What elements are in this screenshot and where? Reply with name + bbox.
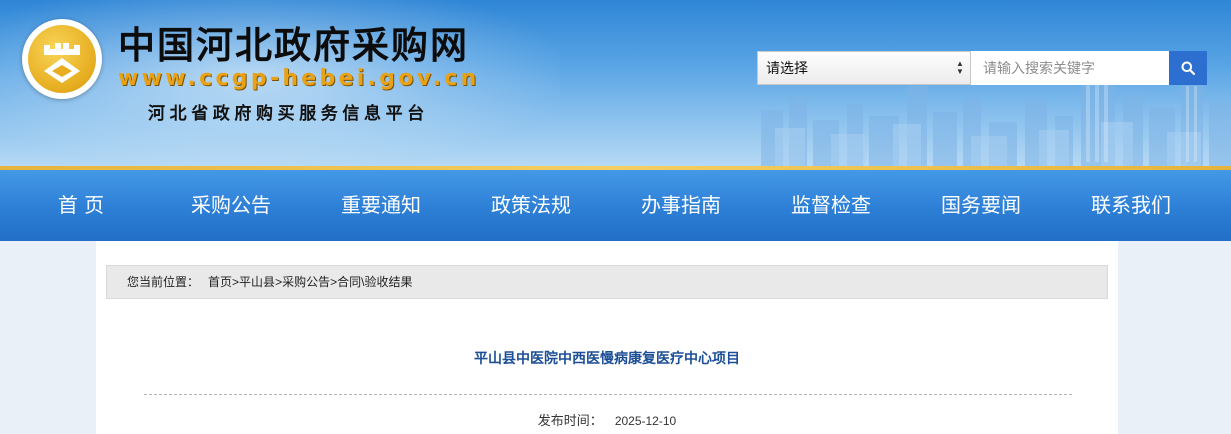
search-category-select[interactable]: 请选择 ▲ ▼ xyxy=(757,51,971,85)
breadcrumb-current[interactable]: 合同\验收结果 xyxy=(337,275,412,289)
select-value: 请选择 xyxy=(766,60,808,76)
site-title: 中国河北政府采购网 xyxy=(118,24,469,67)
breadcrumb-category[interactable]: 采购公告 xyxy=(282,275,330,289)
nav-item-contact[interactable]: 联系我们 xyxy=(1056,170,1206,241)
breadcrumb: 您当前位置： 首页>平山县>采购公告>合同\验收结果 xyxy=(106,265,1108,299)
title-divider xyxy=(144,394,1072,395)
nav-item-state-news[interactable]: 国务要闻 xyxy=(906,170,1056,241)
site-logo[interactable] xyxy=(22,19,102,99)
select-arrows-icon: ▲ ▼ xyxy=(956,59,964,76)
nav-item-supervision[interactable]: 监督检查 xyxy=(756,170,906,241)
publish-date: 2025-12-10 xyxy=(614,414,677,428)
site-url: www.ccgp-hebei.gov.cn xyxy=(118,66,480,91)
main-nav: 首 页 采购公告 重要通知 政策法规 办事指南 监督检查 国务要闻 联系我们 xyxy=(0,170,1231,241)
nav-item-procurement-notices[interactable]: 采购公告 xyxy=(156,170,306,241)
breadcrumb-region[interactable]: 平山县 xyxy=(239,275,275,289)
nav-item-policies[interactable]: 政策法规 xyxy=(456,170,606,241)
search-icon xyxy=(1181,61,1195,75)
site-header: 中国河北政府采购网 www.ccgp-hebei.gov.cn 河北省政府购买服… xyxy=(0,0,1231,166)
breadcrumb-separator: > xyxy=(232,275,240,289)
search-bar: 请选择 ▲ ▼ xyxy=(757,51,1207,85)
breadcrumb-home[interactable]: 首页 xyxy=(208,275,232,289)
site-subtitle: 河北省政府购买服务信息平台 xyxy=(148,104,429,124)
search-input[interactable] xyxy=(971,51,1169,85)
article-title: 平山县中医院中西医慢病康复医疗中心项目 xyxy=(474,350,740,366)
content-panel: 您当前位置： 首页>平山县>采购公告>合同\验收结果 平山县中医院中西医慢病康复医… xyxy=(96,241,1118,434)
breadcrumb-label: 您当前位置： xyxy=(127,275,200,289)
publish-info: 发布时间： 2025-12-10 xyxy=(96,412,1118,430)
nav-item-guides[interactable]: 办事指南 xyxy=(606,170,756,241)
nav-item-home[interactable]: 首 页 xyxy=(6,170,156,241)
nav-item-important-notices[interactable]: 重要通知 xyxy=(306,170,456,241)
procurement-emblem-icon xyxy=(44,43,80,83)
search-button[interactable] xyxy=(1169,51,1207,85)
publish-label: 发布时间： xyxy=(537,413,603,428)
